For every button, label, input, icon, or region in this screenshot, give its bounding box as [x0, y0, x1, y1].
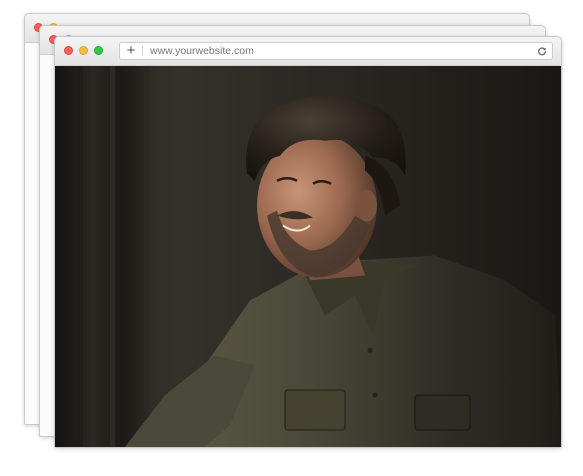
close-icon[interactable]: [64, 46, 73, 55]
plus-icon[interactable]: +: [123, 42, 139, 60]
address-divider: [142, 46, 143, 56]
zoom-icon[interactable]: [94, 46, 103, 55]
address-bar[interactable]: + www.yourwebsite.com: [119, 42, 553, 60]
page-viewport: [55, 66, 561, 447]
title-bar: + www.yourwebsite.com: [55, 37, 561, 66]
portrait-photo: [55, 66, 561, 447]
minimize-icon[interactable]: [79, 46, 88, 55]
reload-icon[interactable]: [537, 46, 547, 56]
url-text[interactable]: www.yourwebsite.com: [150, 43, 254, 59]
browser-window: + www.yourwebsite.com: [54, 36, 562, 448]
